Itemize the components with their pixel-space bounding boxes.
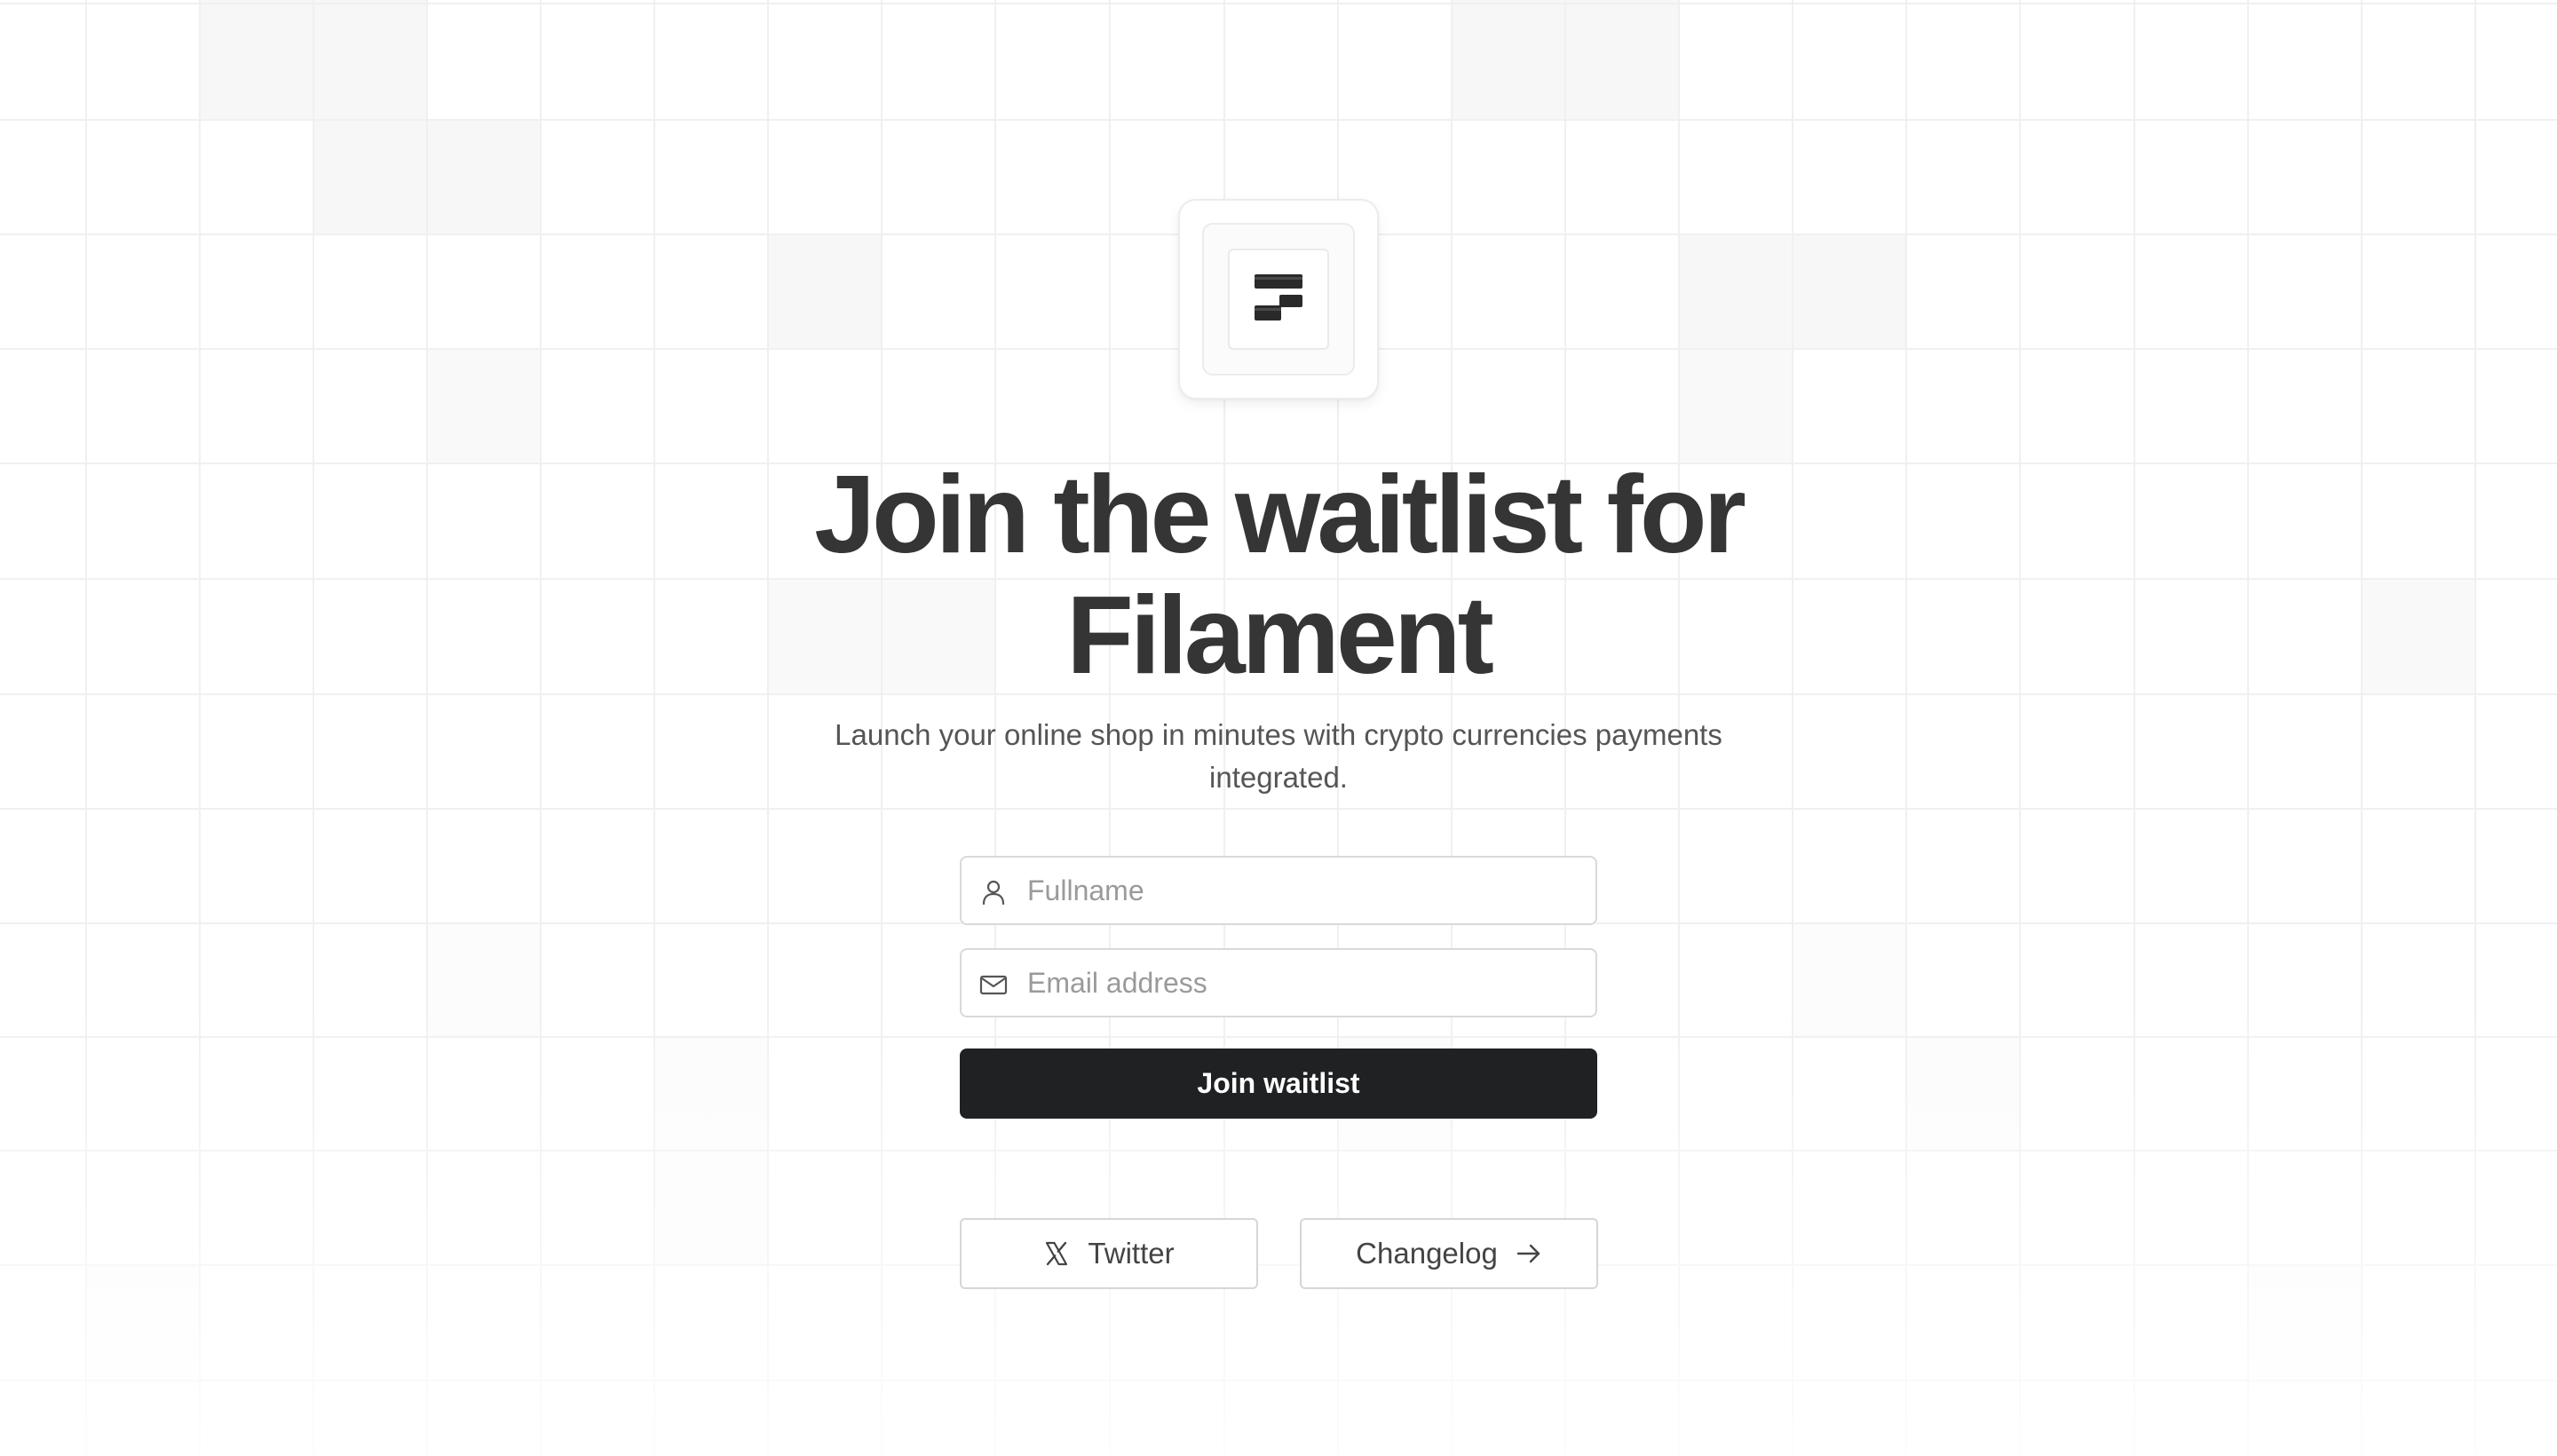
fullname-field[interactable] xyxy=(960,856,1597,925)
page-title: Join the waitlist for Filament xyxy=(814,454,1746,697)
logo-frame xyxy=(1202,223,1355,376)
email-field[interactable] xyxy=(960,948,1597,1017)
changelog-label: Changelog xyxy=(1356,1237,1498,1270)
arrow-right-icon xyxy=(1516,1244,1540,1263)
page-subtitle: Launch your online shop in minutes with … xyxy=(835,718,1722,794)
twitter-link-button[interactable]: Twitter xyxy=(960,1218,1258,1289)
twitter-label: Twitter xyxy=(1088,1237,1175,1270)
fullname-input[interactable] xyxy=(1027,858,1578,923)
email-input[interactable] xyxy=(1027,950,1578,1016)
logo-card xyxy=(1178,199,1379,400)
x-logo-icon xyxy=(1046,1241,1068,1266)
join-waitlist-button[interactable]: Join waitlist xyxy=(960,1048,1597,1119)
filament-logo-icon xyxy=(1255,274,1302,320)
mail-icon xyxy=(979,975,1008,995)
user-icon xyxy=(982,880,1005,906)
logo-tile xyxy=(1228,249,1329,350)
changelog-link-button[interactable]: Changelog xyxy=(1300,1218,1598,1289)
waitlist-page: Join the waitlist for Filament Launch yo… xyxy=(0,0,2557,1456)
